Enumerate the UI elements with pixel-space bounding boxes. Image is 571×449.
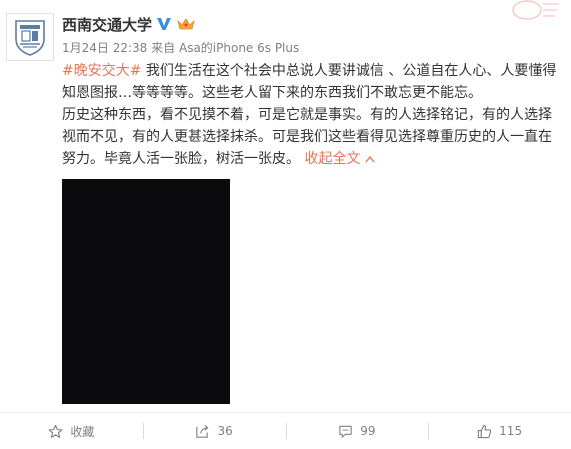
repost-share-icon bbox=[196, 424, 210, 438]
repost-count: 36 bbox=[217, 424, 233, 438]
hashtag-link[interactable]: #晚安交大# bbox=[62, 63, 141, 79]
verified-v-icon bbox=[157, 18, 172, 30]
crown-member-icon[interactable] bbox=[176, 16, 196, 32]
post-content: #晚安交大# 我们生活在这个社会中总说人要讲诚信 、公道自在人心、人要懂得知恩图… bbox=[62, 60, 562, 170]
repost-button[interactable]: 36 bbox=[142, 413, 286, 449]
comment-button[interactable]: 99 bbox=[285, 413, 429, 449]
favorite-button[interactable]: 收藏 bbox=[0, 413, 143, 449]
thumbs-up-icon bbox=[478, 424, 492, 438]
like-button[interactable]: 115 bbox=[428, 413, 571, 449]
weibo-post-card: 西南交通大学 1月24日 22:38 来自 Asa的iPhone 6s Plus… bbox=[0, 0, 571, 449]
post-source-prefix: 来自 bbox=[151, 41, 176, 55]
post-paragraph-2: 历史这种东西，看不见摸不着，可是它就是事实。有的人选择铭记，有的人选择视而不见，… bbox=[62, 104, 562, 170]
comment-bubble-icon bbox=[339, 425, 352, 438]
collapse-link[interactable]: 收起全文 bbox=[304, 151, 375, 167]
user-name-row: 西南交通大学 bbox=[62, 13, 196, 35]
chevron-up-icon bbox=[365, 155, 375, 163]
university-logo-icon bbox=[15, 20, 45, 56]
post-time[interactable]: 1月24日 22:38 bbox=[62, 41, 147, 55]
post-meta: 1月24日 22:38 来自 Asa的iPhone 6s Plus bbox=[62, 39, 299, 56]
favorite-label: 收藏 bbox=[70, 424, 95, 439]
user-name[interactable]: 西南交通大学 bbox=[62, 14, 152, 35]
post-image[interactable] bbox=[62, 179, 230, 404]
star-icon bbox=[48, 424, 63, 438]
like-count: 115 bbox=[499, 424, 523, 438]
red-stamp-decoration bbox=[512, 0, 559, 20]
avatar[interactable] bbox=[6, 13, 54, 61]
collapse-label: 收起全文 bbox=[304, 151, 361, 167]
post-paragraph-1: #晚安交大# 我们生活在这个社会中总说人要讲诚信 、公道自在人心、人要懂得知恩图… bbox=[62, 60, 562, 104]
comment-count: 99 bbox=[360, 424, 376, 438]
post-source: Asa的iPhone 6s Plus bbox=[178, 41, 300, 55]
action-bar: 收藏 36 99 115 bbox=[0, 413, 571, 449]
